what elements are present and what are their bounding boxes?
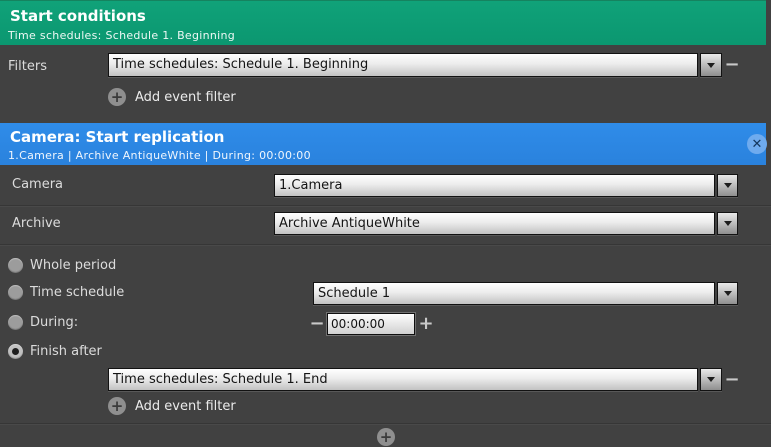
- time-schedule-label[interactable]: Time schedule: [30, 285, 124, 300]
- archive-dropdown-button[interactable]: [717, 212, 738, 235]
- time-schedule-dropdown-button[interactable]: [717, 282, 738, 305]
- dropdown-arrow-icon: [707, 62, 715, 68]
- remove-finish-filter-button[interactable]: −: [724, 368, 740, 391]
- start-conditions-header: Start conditions Time schedules: Schedul…: [0, 0, 766, 45]
- add-event-filter-label: Add event filter: [135, 89, 236, 105]
- dropdown-arrow-icon: [707, 377, 715, 382]
- finish-after-filter-dropdown-button[interactable]: [700, 368, 722, 391]
- add-action-button[interactable]: +: [377, 428, 395, 446]
- time-schedule-dropdown[interactable]: Schedule 1: [313, 282, 715, 305]
- start-filter-dropdown[interactable]: Time schedules: Schedule 1. Beginning: [108, 53, 698, 77]
- dropdown-arrow-icon: [723, 221, 732, 226]
- add-event-filter-label: Add event filter: [135, 398, 236, 414]
- filters-label: Filters: [8, 59, 47, 74]
- during-increase-button[interactable]: +: [418, 312, 434, 336]
- radio-time-schedule[interactable]: [8, 285, 23, 300]
- finish-after-label[interactable]: Finish after: [30, 344, 102, 359]
- start-conditions-subtitle: Time schedules: Schedule 1. Beginning: [8, 29, 236, 42]
- radio-finish-after[interactable]: [8, 344, 23, 359]
- archive-dropdown[interactable]: Archive AntiqueWhite: [274, 212, 715, 235]
- camera-dropdown-button[interactable]: [717, 174, 738, 197]
- during-time-input[interactable]: [327, 313, 415, 335]
- close-action-button[interactable]: ✕: [747, 134, 767, 154]
- event-action-editor: Start conditions Time schedules: Schedul…: [0, 0, 771, 447]
- action-title: Camera: Start replication: [10, 128, 225, 146]
- start-conditions-title: Start conditions: [10, 7, 146, 25]
- radio-whole-period[interactable]: [8, 258, 23, 273]
- plus-icon: +: [108, 397, 126, 415]
- divider: [0, 423, 771, 425]
- camera-label: Camera: [12, 177, 64, 192]
- archive-label: Archive: [12, 216, 61, 231]
- dropdown-arrow-icon: [723, 183, 732, 188]
- remove-start-filter-button[interactable]: −: [724, 53, 740, 77]
- during-decrease-button[interactable]: −: [309, 312, 325, 336]
- divider: [0, 205, 771, 207]
- add-start-event-filter[interactable]: + Add event filter: [108, 88, 236, 106]
- divider: [0, 244, 771, 246]
- plus-icon: +: [377, 428, 395, 446]
- radio-during[interactable]: [8, 315, 23, 330]
- plus-icon: +: [108, 88, 126, 106]
- action-subtitle: 1.Camera | Archive AntiqueWhite | During…: [8, 149, 311, 162]
- dropdown-arrow-icon: [723, 291, 732, 296]
- finish-after-filter-dropdown[interactable]: Time schedules: Schedule 1. End: [108, 368, 698, 391]
- add-finish-event-filter[interactable]: + Add event filter: [108, 397, 236, 415]
- camera-dropdown[interactable]: 1.Camera: [274, 174, 715, 197]
- start-filter-dropdown-button[interactable]: [700, 53, 722, 77]
- whole-period-label[interactable]: Whole period: [30, 258, 116, 273]
- action-header: Camera: Start replication 1.Camera | Arc…: [0, 123, 766, 165]
- during-label[interactable]: During:: [30, 315, 78, 330]
- close-icon: ✕: [751, 136, 763, 152]
